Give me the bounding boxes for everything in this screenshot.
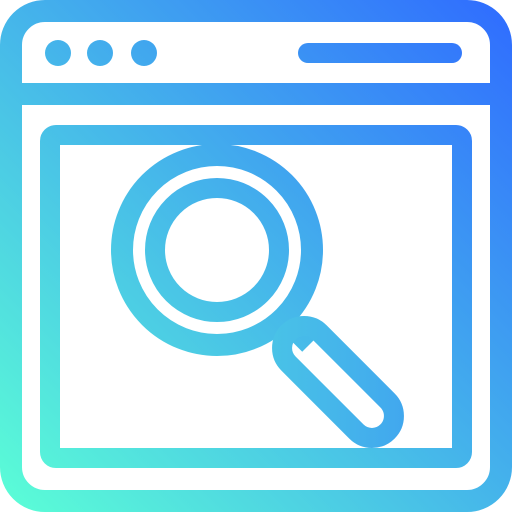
magnifier-handle (272, 316, 404, 448)
browser-search-icon-svg (0, 0, 512, 512)
window-dot-icon (87, 40, 113, 66)
window-dot-icon (45, 40, 71, 66)
window-dot-icon (131, 40, 157, 66)
browser-search-icon (0, 0, 512, 512)
magnifier-lens (145, 178, 289, 322)
